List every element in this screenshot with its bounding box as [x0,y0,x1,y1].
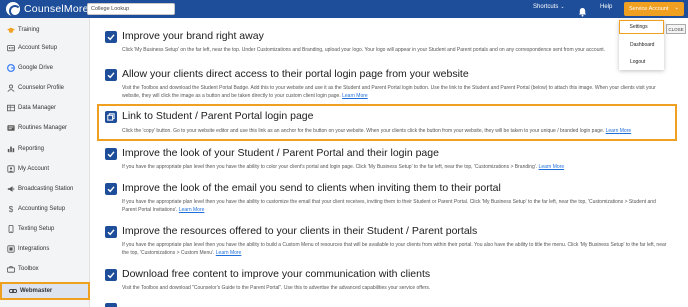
checkmark-icon [105,269,117,281]
phone-icon [7,225,15,233]
item-description: If you have the appropriate plan level t… [122,199,656,213]
sidebar-item-label: Integrations [18,246,50,252]
item-description: Visit the Toolbox and download the Stude… [122,85,656,99]
item-description: Click 'My Business Setup' on the far lef… [122,47,606,53]
item-title: Improve the resources offered to your cl… [122,225,478,237]
sidebar-item-google-drive[interactable]: Google Drive [0,59,90,77]
checkmark-icon [105,183,117,195]
sidebar-item-my-account[interactable]: My Account [0,160,90,178]
sidebar-item-label: Account Setup [18,45,58,51]
item-description: Visit the Toolbox and download "Counselo… [122,285,431,291]
learn-more-link[interactable]: Learn More [179,207,205,213]
sidebar-item-label: Training [18,27,40,33]
sidebar-item-label: Data Manager [18,105,57,111]
chevron-down-icon: ⌄ [674,5,679,11]
sidebar-item-label: Toolbox [18,266,39,272]
main-content: Improve your brand right away Click 'My … [92,18,688,307]
shortcuts-label: Shortcuts [533,4,559,10]
search-input[interactable] [87,3,175,15]
service-account-label: Service Account [629,5,669,12]
checklist-item [105,302,670,307]
shortcuts-menu-button[interactable]: Shortcuts ⌄ [533,4,565,10]
google-icon [7,64,15,72]
checkmark-icon [105,148,117,160]
sidebar-item-data-manager[interactable]: Data Manager [0,99,90,117]
sidebar-item-account-setup[interactable]: Account Setup [0,39,90,57]
chevron-down-icon: ⌄ [560,4,565,10]
sidebar-item-label: Webmaster [20,288,53,294]
menu-item-dashboard[interactable]: Dashboard [619,38,664,52]
menu-item-settings[interactable]: Settings [619,20,664,34]
learn-more-link[interactable]: Learn More [216,250,242,256]
sidebar-item-label: Counselor Profile [18,85,65,91]
checklist-item: Improve your brand right away Click 'My … [105,30,670,60]
sidebar-item-label: Google Drive [18,65,54,71]
routine-icon [7,124,15,132]
broadcast-icon [7,185,15,193]
sidebar-item-training[interactable]: Training [0,21,90,39]
checklist-item: Improve the resources offered to your cl… [105,225,670,261]
checkmark-icon [105,303,117,307]
graduation-cap-icon [7,26,15,34]
account-icon [7,165,15,173]
user-icon [7,84,15,92]
item-description: If you have the appropriate plan level t… [122,242,667,256]
sidebar-item-label: Texting Setup [18,226,55,232]
help-link[interactable]: Help [600,4,612,10]
bell-icon[interactable] [578,4,587,17]
sidebar-item-label: Broadcasting Station [18,186,74,192]
sidebar-item-label: Accounting Setup [18,206,66,212]
service-account-button[interactable]: Service Account ⌄ [624,2,684,16]
checklist-item: Improve the look of your Student / Paren… [105,147,670,177]
learn-more-link[interactable]: Learn More [539,164,565,170]
sidebar-item-label: My Account [18,166,50,172]
table-icon [7,104,15,112]
integrations-icon [7,245,15,253]
sidebar-item-label: Routines Manager [18,125,68,131]
account-dropdown-menu: Settings Dashboard Logout [619,20,664,70]
sidebar-item-label: Reporting [18,146,45,152]
item-title: Improve the look of the email you send t… [122,182,501,194]
item-title: Download free content to improve your co… [122,268,431,280]
checklist-item: Improve the look of the email you send t… [105,182,670,218]
checkmark-icon [105,226,117,238]
highlight-box [97,104,677,141]
menu-item-logout[interactable]: Logout [619,55,664,69]
learn-more-link[interactable]: Learn More [342,93,368,99]
sidebar-item-toolbox[interactable]: Toolbox [0,260,90,278]
top-bar: CounselMore Shortcuts⌄ Help Service Acco… [0,0,688,18]
id-card-icon [7,44,15,52]
sidebar-item-routines-manager[interactable]: Routines Manager [0,119,90,137]
sidebar-item-webmaster[interactable]: Webmaster [0,282,90,300]
app-name: CounselMore [24,3,89,15]
item-title: Improve the look of your Student / Paren… [122,147,439,159]
sidebar-item-integrations[interactable]: Integrations [0,240,90,258]
sidebar-item-texting-setup[interactable]: Texting Setup [0,220,90,238]
item-title: Improve your brand right away [122,30,264,42]
sidebar-item-broadcasting-station[interactable]: Broadcasting Station [0,180,90,198]
toolbox-icon [7,265,15,273]
sidebar-item-counselor-profile[interactable]: Counselor Profile [0,79,90,97]
sidebar: Training Account Setup Google Drive Coun… [0,18,90,307]
sidebar-item-accounting-setup[interactable]: $ Accounting Setup [0,200,90,218]
link-icon [9,287,17,295]
chart-icon [7,145,15,153]
counselmore-logo-icon [6,2,21,17]
sidebar-item-reporting[interactable]: Reporting [0,140,90,158]
app-logo[interactable]: CounselMore [6,1,89,17]
checkmark-icon [105,31,117,43]
item-title: Allow your clients direct access to thei… [122,68,469,80]
checkmark-icon [105,69,117,81]
item-description: If you have the appropriate plan level t… [122,164,565,170]
checklist-item: Download free content to improve your co… [105,268,670,298]
dollar-icon: $ [8,204,14,214]
